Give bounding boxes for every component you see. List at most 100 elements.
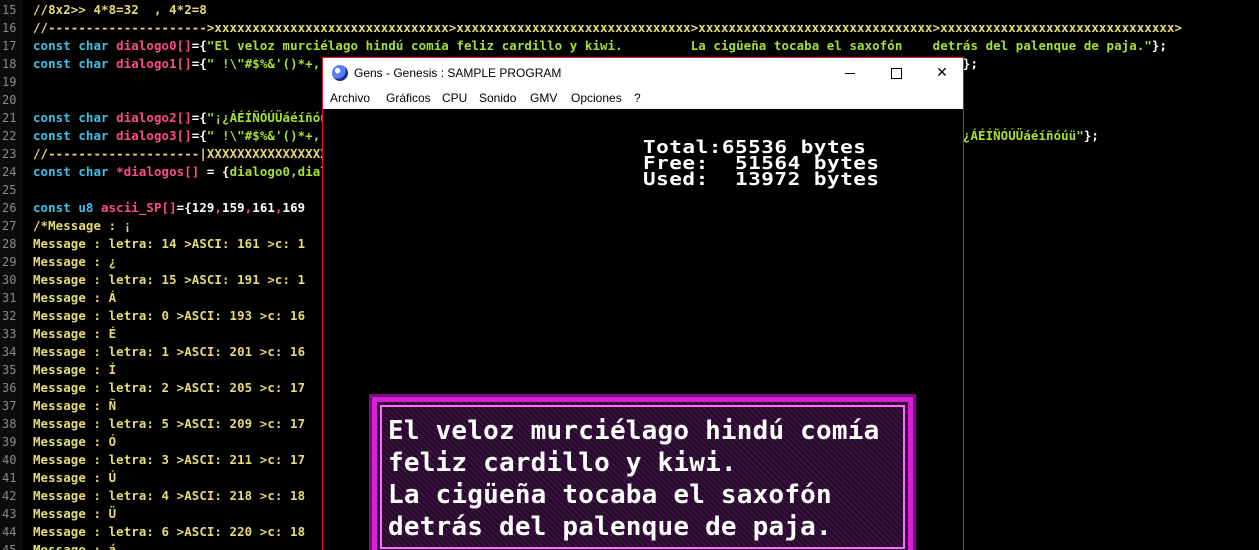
line-number: 45 xyxy=(2,543,17,550)
code-token: dialogo0[] xyxy=(116,38,192,53)
code-line: 16 //--------------------->xxxxxxxxxxxxxx… xyxy=(0,19,1259,37)
line-number: 16 xyxy=(2,21,17,35)
code-token: Message : Ó xyxy=(33,434,117,449)
code-token: ={ xyxy=(191,110,207,125)
code-token: , xyxy=(274,200,283,215)
code-line: 17 const char dialogo0[]={"El veloz murci… xyxy=(0,37,1259,55)
line-number: 43 xyxy=(2,507,17,521)
code-text: Message : letra: 15 >ASCI: 191 >c: 1 xyxy=(33,271,305,289)
code-token: Message : letra: 1 >ASCI: 201 >c: 16 xyxy=(33,344,306,359)
dialog-box: El veloz murciélago hindú comía feliz ca… xyxy=(369,394,916,550)
code-text: Message : letra: 14 >ASCI: 161 >c: 1 xyxy=(33,235,305,253)
maximize-icon xyxy=(890,67,902,79)
code-token: ={ xyxy=(191,56,207,71)
code-token: = { xyxy=(199,164,230,179)
code-token: Message : letra: 5 >ASCI: 209 >c: 17 xyxy=(33,416,306,431)
code-token: ={ xyxy=(176,200,192,215)
line-number: 38 xyxy=(2,417,17,431)
line-number: 34 xyxy=(2,345,17,359)
code-text: Message : Í xyxy=(33,361,116,379)
line-number: 31 xyxy=(2,291,17,305)
code-token: Message : letra: 4 >ASCI: 218 >c: 18 xyxy=(33,488,306,503)
line-number: 18 xyxy=(2,57,17,71)
code-token: Message : É xyxy=(33,326,117,341)
line-number: 44 xyxy=(2,525,17,539)
line-number: 25 xyxy=(2,183,17,197)
code-token: }; xyxy=(1083,128,1099,143)
line-number: 15 xyxy=(2,3,17,17)
minimize-button[interactable] xyxy=(827,58,873,88)
menu-gmv[interactable]: GMV xyxy=(530,91,557,105)
line-number: 17 xyxy=(2,39,17,53)
code-token: ascii_SP[] xyxy=(101,200,177,215)
code-token: const u8 xyxy=(33,200,102,215)
gens-app-icon xyxy=(332,65,348,81)
code-text: const char dialogo0[]={"El veloz murciél… xyxy=(33,37,1167,55)
line-number: 41 xyxy=(2,471,17,485)
code-token: , xyxy=(214,200,223,215)
code-text: Message : É xyxy=(33,325,116,343)
code-token: const char xyxy=(33,56,117,71)
dialog-line-1: El veloz murciélago hindú comía xyxy=(388,416,880,446)
line-number: 21 xyxy=(2,111,17,125)
code-token: ={ xyxy=(191,38,207,53)
close-icon: ✕ xyxy=(936,65,948,81)
code-token: Message : letra: 14 >ASCI: 161 >c: 1 xyxy=(33,236,306,251)
code-line: 15 //8x2>> 4*8=32 , 4*2=8 xyxy=(0,1,1259,19)
line-number: 35 xyxy=(2,363,17,377)
code-text: Message : letra: 0 >ASCI: 193 >c: 16 xyxy=(33,307,305,325)
code-text: //--------------------->xxxxxxxxxxxxxxxx… xyxy=(33,19,1182,37)
code-text: Message : letra: 2 >ASCI: 205 >c: 17 xyxy=(33,379,305,397)
code-token: }; xyxy=(962,56,979,71)
code-text: Message : letra: 4 >ASCI: 218 >c: 18 xyxy=(33,487,305,505)
code-token: const char xyxy=(33,110,117,125)
game-screen[interactable]: Total:65536 bytes Free: 51564 bytes Used… xyxy=(323,109,963,550)
code-token: Message : letra: 15 >ASCI: 191 >c: 1 xyxy=(33,272,306,287)
memory-used: Used: 13972 bytes xyxy=(643,168,880,189)
code-text: const char dialogo2[]={"¡¿ÁÉÍÑÓÚÜáéíñóúü… xyxy=(33,109,358,127)
code-token: "El veloz murciélago hindú comía feliz c… xyxy=(206,38,1152,53)
code-text: Message : letra: 1 >ASCI: 201 >c: 16 xyxy=(33,343,305,361)
line-number: 19 xyxy=(2,75,17,89)
code-token: Message : Ü xyxy=(33,506,117,521)
code-token: Message : Í xyxy=(33,362,117,377)
menu-archivo[interactable]: Archivo xyxy=(330,91,370,105)
code-text: //8x2>> 4*8=32 , 4*2=8 xyxy=(33,1,207,19)
code-text: Message : letra: 6 >ASCI: 220 >c: 18 xyxy=(33,523,305,541)
line-number: 20 xyxy=(2,93,17,107)
code-token: const char xyxy=(33,164,117,179)
code-token: /*Message : ¡ xyxy=(33,218,132,233)
code-text: Message : Ó xyxy=(33,433,116,451)
line-number: 24 xyxy=(2,165,17,179)
menu-help[interactable]: ? xyxy=(634,91,641,105)
code-token: Message : letra: 2 >ASCI: 205 >c: 17 xyxy=(33,380,306,395)
line-number: 33 xyxy=(2,327,17,341)
code-token: const char xyxy=(33,128,117,143)
minimize-icon xyxy=(845,72,855,74)
code-text: Message : letra: 5 >ASCI: 209 >c: 17 xyxy=(33,415,305,433)
code-text: const u8 ascii_SP[]={129,159,161,169 xyxy=(33,199,305,217)
close-button[interactable]: ✕ xyxy=(919,58,963,88)
menu-graficos[interactable]: Gráficos xyxy=(386,91,431,105)
line-number: 30 xyxy=(2,273,17,287)
line-number: 26 xyxy=(2,201,17,215)
emulator-window[interactable]: Gens - Genesis : SAMPLE PROGRAM ✕ Archiv… xyxy=(322,57,964,550)
code-token: 129 xyxy=(191,200,215,215)
code-token: //--------------------->xxxxxxxxxxxxxxxx… xyxy=(33,20,1183,35)
maximize-button[interactable] xyxy=(873,58,919,88)
line-number: 32 xyxy=(2,309,17,323)
line-number: 23 xyxy=(2,147,17,161)
code-token: Message : letra: 0 >ASCI: 193 >c: 16 xyxy=(33,308,306,323)
code-token: Message : Ú xyxy=(33,470,117,485)
title-bar[interactable]: Gens - Genesis : SAMPLE PROGRAM ✕ xyxy=(323,58,963,88)
line-number: 28 xyxy=(2,237,17,251)
code-token: dialogo2[] xyxy=(116,110,192,125)
menu-cpu[interactable]: CPU xyxy=(442,91,467,105)
code-text: Message : Ú xyxy=(33,469,116,487)
menu-opciones[interactable]: Opciones xyxy=(571,91,622,105)
code-text: Message : letra: 3 >ASCI: 211 >c: 17 xyxy=(33,451,305,469)
code-token: Message : Ñ xyxy=(33,398,117,413)
code-text: Message : Ü xyxy=(33,505,116,523)
menu-sonido[interactable]: Sonido xyxy=(479,91,516,105)
dialog-line-3: La cigüeña tocaba el saxofón xyxy=(388,480,832,510)
